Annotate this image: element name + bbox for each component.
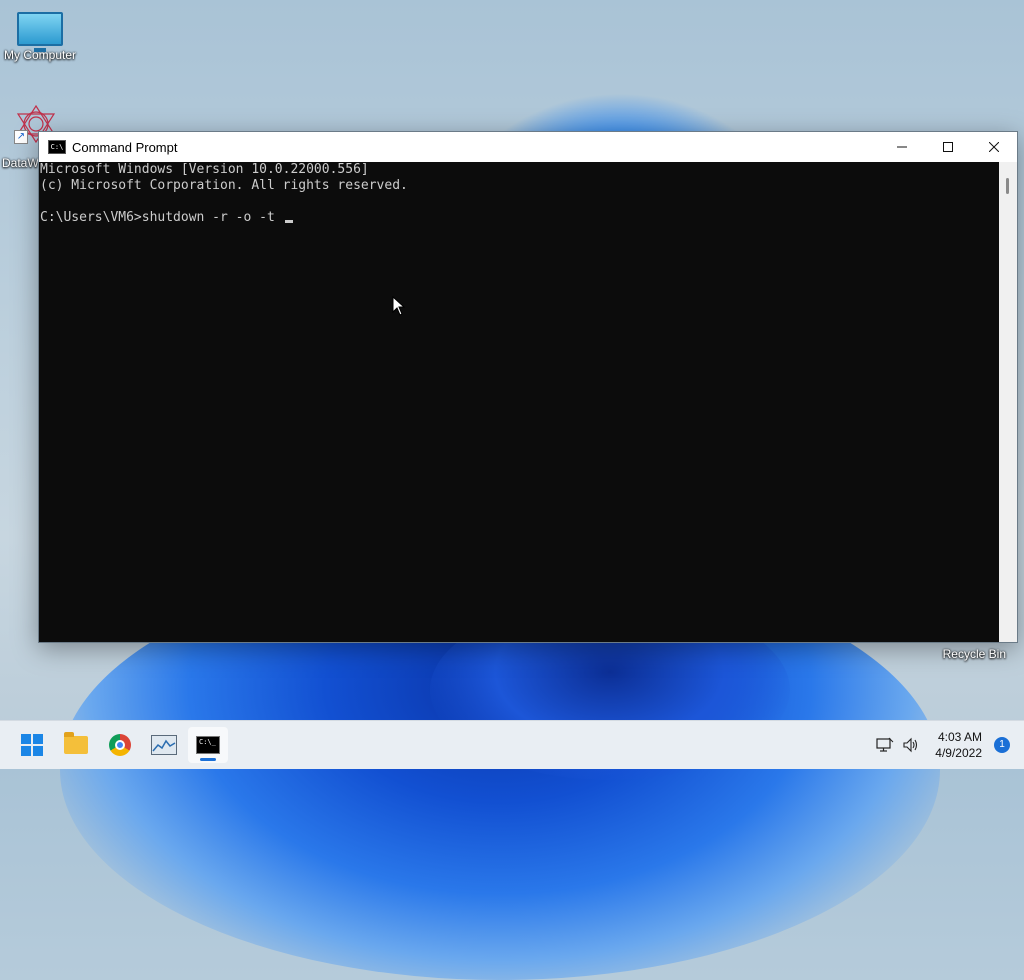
system-tray: 4:03 AM 4/9/2022 1 (875, 721, 1024, 769)
window-title: Command Prompt (72, 139, 178, 155)
taskbar-clock[interactable]: 4:03 AM 4/9/2022 (935, 729, 982, 761)
minimize-button[interactable] (879, 132, 925, 162)
text-caret (284, 220, 293, 223)
clock-date: 4/9/2022 (935, 746, 982, 760)
minimize-icon (897, 146, 907, 148)
scrollbar-thumb[interactable] (1006, 178, 1009, 194)
windows-logo-icon (21, 734, 43, 756)
window-controls (879, 132, 1017, 162)
cmd-icon: C:\_ (196, 736, 220, 754)
folder-icon (64, 732, 88, 754)
start-button[interactable] (12, 727, 52, 763)
volume-icon[interactable] (901, 735, 921, 755)
mouse-pointer-icon (392, 296, 406, 316)
clock-time: 4:03 AM (937, 730, 982, 744)
taskbar-command-prompt[interactable]: C:\_ (188, 727, 228, 763)
window-titlebar[interactable]: C:\ Command Prompt (39, 132, 1017, 162)
monitor-icon (17, 12, 63, 52)
vertical-scrollbar[interactable] (999, 162, 1017, 642)
command-prompt-window[interactable]: C:\ Command Prompt Microsoft Windows [Ve… (38, 131, 1018, 643)
network-icon[interactable] (875, 735, 895, 755)
taskbar-resource-monitor[interactable] (144, 727, 184, 763)
cmd-app-icon: C:\ (48, 140, 66, 154)
console-command-text: C:\Users\VM6>shutdown -r -o -t (40, 210, 283, 225)
desktop-icon-label: DataW (2, 156, 39, 170)
taskbar: C:\_ 4:03 AM 4/9/2022 1 (0, 720, 1024, 769)
chrome-icon (109, 734, 131, 756)
maximize-button[interactable] (925, 132, 971, 162)
console-line: (c) Microsoft Corporation. All rights re… (40, 178, 408, 193)
shortcut-arrow-icon: ↗ (14, 130, 28, 144)
desktop-icon-my-computer[interactable]: My Computer (0, 12, 80, 62)
console-output[interactable]: Microsoft Windows [Version 10.0.22000.55… (39, 162, 999, 642)
notification-badge[interactable]: 1 (994, 737, 1010, 753)
close-icon (989, 142, 999, 152)
close-button[interactable] (971, 132, 1017, 162)
taskbar-file-explorer[interactable] (56, 727, 96, 763)
taskbar-chrome[interactable] (100, 727, 140, 763)
console-prompt-line[interactable]: C:\Users\VM6>shutdown -r -o -t (39, 210, 999, 226)
console-line: Microsoft Windows [Version 10.0.22000.55… (40, 162, 369, 177)
monitor-chart-icon (151, 735, 177, 755)
maximize-icon (943, 142, 953, 152)
active-indicator (200, 758, 216, 761)
recycle-bin-label[interactable]: Recycle Bin (943, 647, 1006, 661)
